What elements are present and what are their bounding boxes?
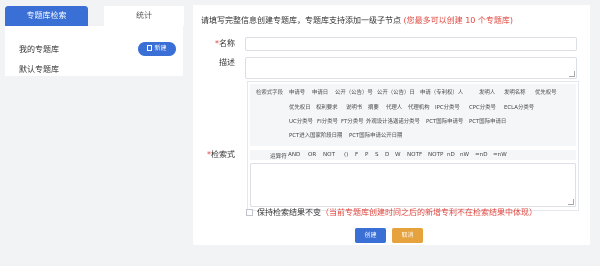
query-textarea[interactable] bbox=[250, 163, 576, 207]
field-chip[interactable]: ECLA分类号 bbox=[504, 103, 534, 111]
operator-chip[interactable]: =nW bbox=[493, 152, 507, 158]
field-chip[interactable]: PCT国际申请号 bbox=[426, 117, 463, 125]
field-chip-panel: 检索式字段 申请号 申请日 公开（公告）号 公开（公告）日 申请（专利权）人 发… bbox=[250, 84, 576, 146]
operator-chip[interactable]: NOT bbox=[323, 152, 335, 158]
field-chip[interactable]: CPC分类号 bbox=[469, 103, 496, 111]
query-label: *检索式 bbox=[207, 150, 235, 159]
field-chip[interactable]: 外观设计洛迦诺分类号 bbox=[366, 117, 420, 125]
field-chip[interactable]: 代理人 bbox=[386, 103, 402, 111]
name-input[interactable] bbox=[245, 37, 577, 51]
operator-chip[interactable]: S bbox=[375, 152, 379, 158]
field-chip[interactable]: 摘要 bbox=[368, 103, 379, 111]
field-chip[interactable]: 申请日 bbox=[312, 88, 328, 96]
resize-handle-icon[interactable] bbox=[568, 199, 574, 205]
operator-chip[interactable]: P bbox=[365, 152, 368, 158]
new-library-label: 新建 bbox=[154, 45, 167, 52]
form-notice: 请填写完整信息创建专题库，专题库支持添加一级子节点 (您最多可以创建 10 个专… bbox=[201, 15, 513, 26]
field-chip[interactable]: 公开（公告）日 bbox=[377, 88, 415, 96]
field-chip[interactable]: 申请号 bbox=[289, 88, 305, 96]
field-chip[interactable]: 公开（公告）号 bbox=[335, 88, 373, 96]
operators-label: 运算符 bbox=[270, 154, 287, 160]
tab-bar: 专题库检索 统计 bbox=[5, 6, 184, 26]
library-panel: 专题库检索 统计 我的专题库 默认专题库 新建 bbox=[5, 6, 184, 76]
field-chip[interactable]: 代理机构 bbox=[408, 103, 430, 111]
field-chip[interactable]: UC分类号 bbox=[289, 117, 313, 125]
cancel-button[interactable]: 取消 bbox=[392, 228, 423, 243]
notice-text: 请填写完整信息创建专题库，专题库支持添加一级子节点 bbox=[201, 16, 401, 25]
field-chip[interactable]: 优先权号 bbox=[535, 88, 557, 96]
document-icon bbox=[147, 45, 153, 51]
library-item-my[interactable]: 我的专题库 bbox=[19, 44, 59, 55]
operator-chip[interactable]: D bbox=[385, 152, 389, 158]
keep-results-checkbox[interactable] bbox=[246, 209, 253, 216]
operator-chip[interactable]: F bbox=[355, 152, 358, 158]
field-chip[interactable]: PCT国际申请日 bbox=[469, 117, 506, 125]
operator-chip[interactable]: W bbox=[395, 152, 401, 158]
resize-handle-icon[interactable] bbox=[569, 71, 575, 77]
field-chip[interactable]: 说明书 bbox=[346, 103, 362, 111]
operator-chip[interactable]: () bbox=[344, 152, 348, 158]
operator-chip[interactable]: OR bbox=[308, 152, 316, 158]
operator-chip[interactable]: nW bbox=[460, 152, 469, 158]
field-chip[interactable]: 发明人 bbox=[479, 88, 495, 96]
field-chip[interactable]: FI分类号 bbox=[317, 117, 338, 125]
tab-library-search[interactable]: 专题库检索 bbox=[5, 6, 88, 26]
field-chip[interactable]: PCT进入国家阶段日期 bbox=[289, 131, 342, 139]
operator-panel: 运算符 AND OR NOT () F P S D W NOTF NOTP nD… bbox=[250, 150, 576, 160]
description-textarea[interactable] bbox=[245, 57, 577, 79]
description-label: 描述 bbox=[219, 58, 235, 67]
operator-chip[interactable]: nD bbox=[447, 152, 455, 158]
operator-chip[interactable]: =nD bbox=[475, 152, 488, 158]
field-chip[interactable]: 优先权日 bbox=[289, 103, 311, 111]
tab-statistics[interactable]: 统计 bbox=[104, 6, 184, 26]
name-label: *名称 bbox=[215, 39, 235, 48]
field-chip[interactable]: PCT国际申请公开日期 bbox=[349, 131, 402, 139]
operator-chip[interactable]: AND bbox=[288, 152, 300, 158]
keep-results-label: 保持检索结果不变（当前专题库创建时间之后的新增专利不在检索结果中体现） bbox=[257, 208, 537, 217]
field-chip[interactable]: 申请（专利权）人 bbox=[420, 88, 463, 96]
operator-chip[interactable]: NOTF bbox=[407, 152, 422, 158]
field-chip[interactable]: 发明名称 bbox=[504, 88, 526, 96]
field-chip[interactable]: IPC分类号 bbox=[435, 103, 460, 111]
library-list: 我的专题库 默认专题库 新建 bbox=[5, 26, 183, 76]
notice-limit: (您最多可以创建 10 个专题库) bbox=[403, 16, 514, 25]
operator-chip[interactable]: NOTP bbox=[428, 152, 443, 158]
new-library-button[interactable]: 新建 bbox=[138, 42, 176, 56]
create-button[interactable]: 创建 bbox=[355, 228, 386, 243]
library-item-default[interactable]: 默认专题库 bbox=[19, 64, 59, 75]
field-chip[interactable]: 权利要求 bbox=[316, 103, 338, 111]
fields-label: 检索式字段 bbox=[256, 90, 283, 96]
field-chip[interactable]: FT分类号 bbox=[341, 117, 363, 125]
